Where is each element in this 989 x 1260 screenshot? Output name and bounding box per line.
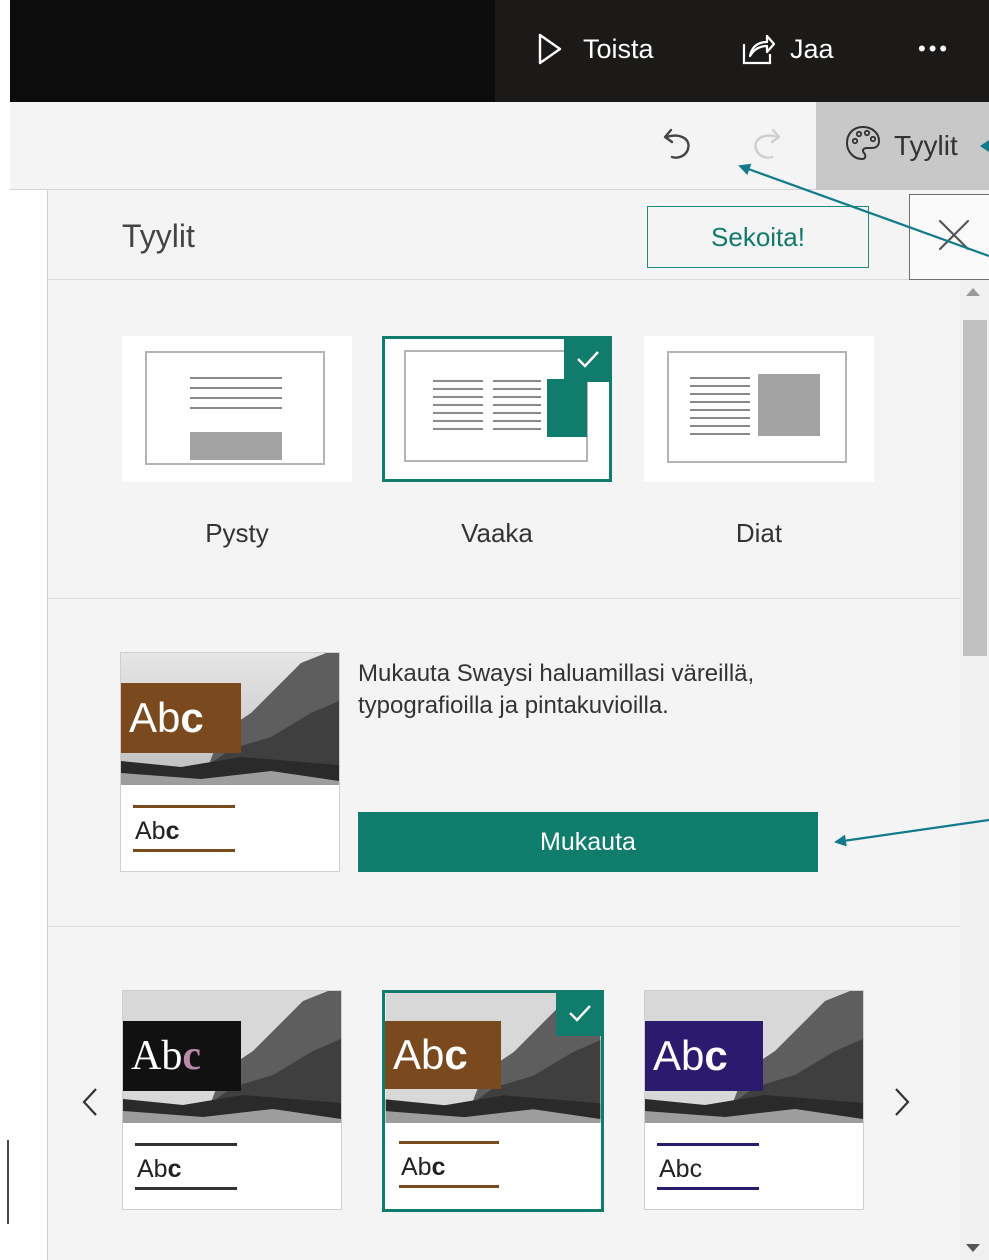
slides-layout-icon: [667, 351, 847, 463]
layout-label-horizontal: Vaaka: [461, 518, 533, 548]
theme-purple-body-text: Abc: [659, 1155, 703, 1183]
current-style-preview: Ab c Abc: [120, 652, 340, 872]
panel-title: Tyylit: [122, 218, 195, 254]
top-bar: Toista Jaa •••: [0, 0, 989, 102]
theme-purple-rule-top: [657, 1143, 759, 1146]
play-icon: [537, 32, 563, 66]
carousel-prev-button[interactable]: [70, 1074, 110, 1134]
theme-dark-body-text: Abc: [137, 1155, 182, 1183]
chevron-left-icon: [82, 1087, 98, 1122]
styles-panel: Tyylit Sekoita! Pysty Vaaka Diat Ab c Ab…: [48, 190, 989, 1260]
layout-label-slides: Diat: [735, 518, 783, 548]
share-button[interactable]: Jaa: [740, 26, 834, 72]
styles-tab-label: Tyylit: [894, 130, 958, 161]
window-edge: [0, 102, 10, 190]
theme-card-brown[interactable]: Ab c Abc: [382, 990, 604, 1212]
palette-icon: [844, 124, 882, 169]
preview-rule-top: [133, 805, 235, 808]
document-area[interactable]: [0, 190, 48, 1260]
more-options-button[interactable]: •••: [918, 26, 950, 72]
customize-description: Mukauta Swaysi haluamillasi väreillä, ty…: [358, 660, 755, 719]
theme-purple-title-swatch: Ab c: [645, 1021, 763, 1091]
share-icon: [740, 32, 776, 66]
preview-body-text: Abc: [135, 817, 180, 845]
layout-option-horizontal[interactable]: [382, 336, 612, 482]
layout-label-vertical: Pysty: [205, 518, 269, 548]
theme-purple-rule-bottom: [657, 1187, 759, 1190]
toolbar: Tyylit: [0, 102, 989, 190]
undo-button[interactable]: [654, 122, 702, 170]
carousel-next-button[interactable]: [882, 1074, 922, 1134]
panel-scrollbar[interactable]: [960, 280, 989, 1260]
top-bar-left-region: [10, 0, 495, 102]
scroll-down-arrow-icon[interactable]: [966, 1244, 980, 1252]
preview-title-swatch: Ab c: [121, 683, 241, 753]
section-divider: [48, 926, 960, 927]
theme-card-dark[interactable]: Ab c Abc: [122, 990, 342, 1210]
play-button[interactable]: Toista: [537, 26, 654, 72]
chevron-right-icon: [894, 1087, 910, 1122]
share-label: Jaa: [790, 33, 834, 64]
play-label: Toista: [583, 33, 654, 64]
theme-dark-title-swatch: Ab c: [123, 1021, 241, 1091]
customize-button[interactable]: Mukauta: [358, 812, 818, 872]
layout-option-slides[interactable]: [644, 336, 874, 482]
theme-brown-title-swatch: Ab c: [385, 1021, 501, 1089]
theme-dark-rule-top: [135, 1143, 237, 1146]
more-icon: •••: [918, 36, 951, 61]
selected-check-icon: [564, 336, 612, 382]
close-icon: [937, 218, 971, 257]
redo-button[interactable]: [742, 122, 790, 170]
preview-rule-bottom: [133, 849, 235, 852]
selected-check-icon: [556, 993, 601, 1036]
vertical-layout-icon: [145, 351, 325, 465]
section-divider: [48, 598, 960, 599]
redo-icon: [749, 126, 783, 167]
window-edge: [0, 0, 10, 102]
layout-option-vertical[interactable]: [122, 336, 352, 482]
theme-card-purple[interactable]: Ab c Abc: [644, 990, 864, 1210]
shuffle-button[interactable]: Sekoita!: [647, 206, 869, 268]
scroll-thumb[interactable]: [963, 320, 987, 656]
theme-brown-rule-top: [399, 1141, 499, 1144]
close-panel-button[interactable]: [909, 194, 989, 280]
theme-brown-rule-bottom: [399, 1185, 499, 1188]
undo-icon: [661, 126, 695, 167]
text-cursor: [7, 1140, 9, 1224]
styles-tab-button[interactable]: Tyylit: [816, 102, 989, 190]
theme-dark-rule-bottom: [135, 1187, 237, 1190]
theme-brown-body-text: Abc: [401, 1153, 446, 1181]
panel-header: Tyylit Sekoita!: [48, 190, 989, 280]
scroll-up-arrow-icon[interactable]: [966, 288, 980, 296]
